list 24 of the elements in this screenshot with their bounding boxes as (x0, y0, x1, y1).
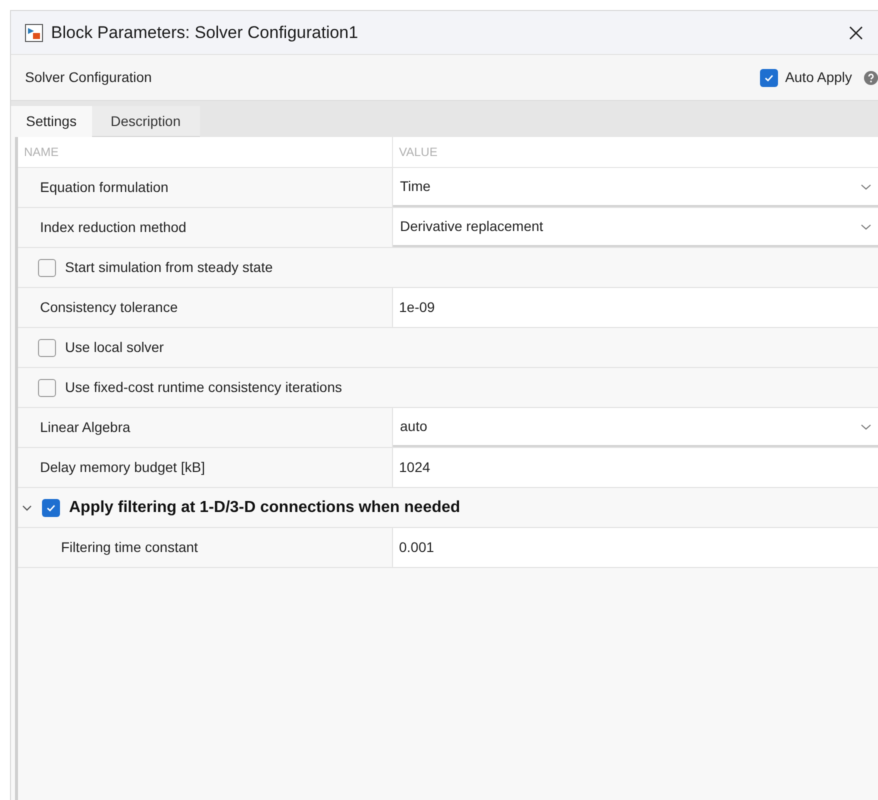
input-field[interactable]: 0.001 (393, 528, 878, 567)
input-field[interactable]: 1e-09 (393, 288, 878, 327)
input-field[interactable]: 1024 (393, 448, 878, 487)
dropdown[interactable]: auto (393, 408, 878, 447)
checkbox[interactable] (42, 498, 60, 516)
checkbox-label: Apply filtering at 1-D/3-D connections when needed (69, 498, 460, 518)
checkbox-label: Use fixed-cost runtime consistency iterations (65, 378, 342, 397)
column-header: VALUE (398, 144, 438, 161)
dropdown[interactable]: Derivative replacement (393, 208, 878, 247)
checkbox-label: Use local solver (65, 338, 164, 357)
auto-apply-checkbox[interactable]: Auto Apply (760, 67, 852, 88)
close-icon[interactable] (848, 24, 864, 40)
checkbox-label: Start simulation from steady state (65, 258, 273, 277)
app-icon (25, 24, 43, 42)
checkbox[interactable] (38, 338, 56, 356)
tab[interactable]: Description (92, 106, 200, 137)
checkbox[interactable] (38, 258, 56, 276)
help-icon[interactable] (864, 70, 878, 84)
checkbox[interactable] (38, 378, 56, 396)
dropdown[interactable]: Time (393, 168, 878, 207)
column-header: NAME (18, 137, 393, 167)
block-name: Solver Configuration (25, 68, 152, 87)
window-title: Block Parameters: Solver Configuration1 (51, 22, 358, 44)
tab[interactable]: Settings (11, 106, 92, 137)
